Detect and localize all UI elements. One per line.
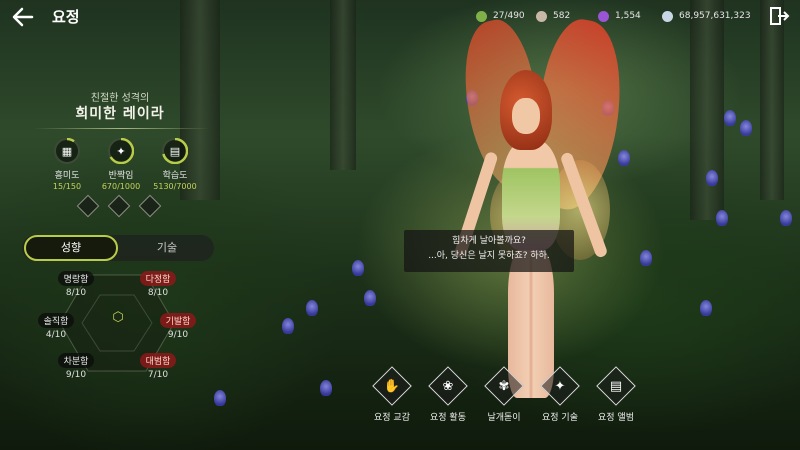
equip-slot-1[interactable] — [76, 194, 100, 218]
fairy-skill-button[interactable]: ✦ 요정 기술 — [532, 366, 588, 423]
exit-door-icon[interactable] — [768, 5, 790, 27]
album-book-icon: ▤ — [609, 378, 623, 394]
compass-star-icon: ✦ — [554, 378, 566, 394]
trait-value: 9/10 — [65, 370, 87, 380]
hexagon-center-icon: ⬡ — [112, 310, 124, 325]
orb-icon — [536, 10, 547, 22]
trait-cheerful: 명랑함 8/10 — [46, 267, 106, 298]
trait-calm: 차분함 9/10 — [46, 349, 106, 380]
tab-personality[interactable]: 성향 — [24, 235, 118, 261]
fairy-hand-icon: ✋ — [383, 378, 401, 394]
trait-name: 다정함 — [139, 271, 177, 286]
action-label: 요정 기술 — [542, 413, 578, 423]
stat-label: 학습도 — [162, 171, 188, 181]
personality-label: 친절한 성격의 — [90, 93, 150, 104]
trait-witty: 기발함 9/10 — [148, 309, 208, 340]
divider — [34, 128, 210, 129]
silver-coin-icon — [662, 10, 673, 22]
fairy-info-panel: 친절한 성격의 희미한 레이라 ▦ 흥미도 15/150 ✦ 반짝임 670/1… — [0, 45, 240, 450]
action-label: 요정 활동 — [430, 413, 466, 423]
trait-name: 명랑함 — [57, 271, 95, 286]
currency-value: 68,957,631,323 — [679, 11, 751, 21]
page-title: 요정 — [52, 8, 80, 26]
dialogue-line: ...아, 당신은 날지 못하죠? 하하. — [428, 251, 550, 261]
trait-value: 9/10 — [167, 330, 189, 340]
currency-value: 582 — [553, 11, 571, 21]
fairy-activity-button[interactable]: ❀ 요정 활동 — [420, 366, 476, 423]
progress-ring: ✦ — [108, 138, 134, 164]
sparkle-icon: ✦ — [116, 144, 126, 158]
currency-purple-crystal[interactable]: 1,554 — [598, 7, 641, 25]
book-stack-icon: ▦ — [61, 144, 73, 158]
progress-ring: ▦ — [54, 138, 80, 164]
currency-leaf-token[interactable]: 27/490 — [476, 7, 525, 25]
trait-honest: 솔직함 4/10 — [26, 309, 86, 340]
stat-learning[interactable]: ▤ 학습도 5130/7000 — [140, 138, 210, 191]
equip-slot-2[interactable] — [107, 194, 131, 218]
fairy-communion-button[interactable]: ✋ 요정 교감 — [364, 366, 420, 423]
trait-value: 8/10 — [65, 288, 87, 298]
trait-name: 솔직함 — [37, 313, 75, 328]
stat-value: 5130/7000 — [153, 182, 197, 191]
currency-orb[interactable]: 582 — [536, 7, 570, 25]
action-label: 요정 교감 — [374, 413, 410, 423]
tab-skills[interactable]: 기술 — [120, 235, 214, 261]
trait-affectionate: 다정함 8/10 — [128, 267, 188, 298]
back-arrow-icon[interactable] — [10, 4, 36, 30]
molting-button[interactable]: ✾ 날개돋이 — [476, 366, 532, 423]
leaf-token-icon — [476, 10, 487, 22]
action-label: 요정 앨범 — [598, 413, 634, 423]
butterfly-icon: ✾ — [498, 378, 510, 394]
currency-value: 27/490 — [493, 11, 525, 21]
open-book-icon: ▤ — [169, 144, 181, 158]
trait-value: 4/10 — [45, 330, 67, 340]
trait-value: 8/10 — [147, 288, 169, 298]
equip-slot-3[interactable] — [138, 194, 162, 218]
fairy-album-button[interactable]: ▤ 요정 앨범 — [588, 366, 644, 423]
trait-name: 기발함 — [159, 313, 197, 328]
currency-value: 1,554 — [615, 11, 641, 21]
trait-name: 대범함 — [139, 353, 177, 368]
action-label: 날개돋이 — [487, 413, 521, 423]
fairy-name: 희미한 레이라 — [75, 106, 165, 122]
wings-icon: ❀ — [442, 378, 454, 394]
trait-value: 7/10 — [147, 370, 169, 380]
trait-bold: 대범함 7/10 — [128, 349, 188, 380]
fairy-dialogue: 힘차게 날아볼까요? ...아, 당신은 날지 못하죠? 하하. — [404, 230, 574, 272]
progress-ring: ▤ — [162, 138, 188, 164]
purple-crystal-icon — [598, 10, 609, 22]
tab-bar: 성향 기술 — [22, 235, 214, 261]
currency-silver-coin[interactable]: 68,957,631,323 — [662, 7, 751, 25]
dialogue-line: 힘차게 날아볼까요? — [452, 236, 526, 246]
trait-name: 차분함 — [57, 353, 95, 368]
top-bar: 요정 27/490 582 1,554 68,957,631,323 — [0, 0, 800, 34]
